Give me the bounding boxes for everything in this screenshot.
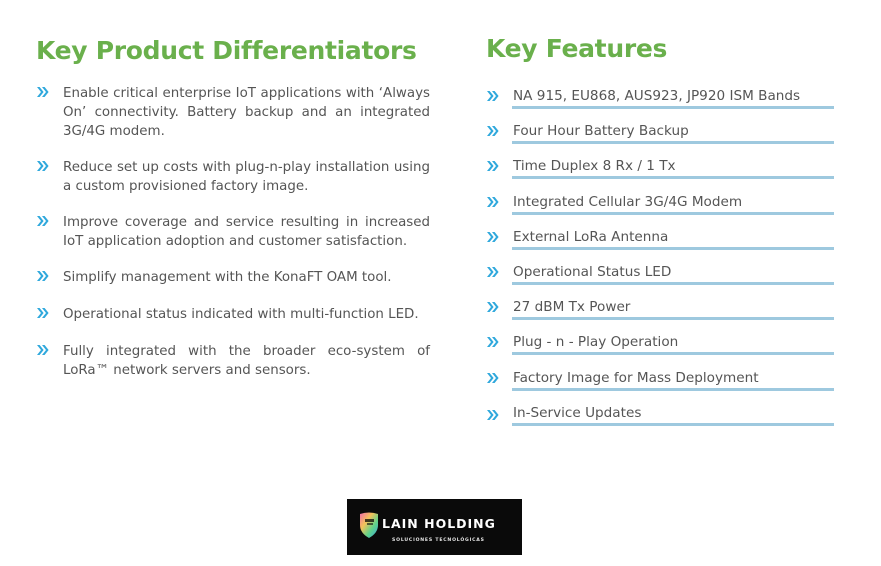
logo-tagline: SOLUCIONES TECNOLÓGICAS — [392, 538, 485, 543]
feature-divider — [512, 422, 834, 426]
feature-text: External LoRa Antenna — [513, 228, 669, 245]
feature-item: Plug - n - Play Operation — [486, 332, 834, 367]
double-chevron-right-icon — [486, 124, 500, 138]
differentiators-list: Enable critical enterprise IoT applicati… — [36, 84, 430, 380]
differentiator-item: Simplify management with the KonaFT OAM … — [36, 268, 430, 287]
feature-divider — [512, 387, 834, 391]
feature-text: NA 915, EU868, AUS923, JP920 ISM Bands — [513, 88, 801, 104]
double-chevron-right-icon — [486, 300, 500, 314]
feature-text: Operational Status LED — [513, 263, 672, 280]
feature-text: Time Duplex 8 Rx / 1 Tx — [513, 158, 676, 175]
feature-item: Four Hour Battery Backup — [486, 121, 834, 156]
differentiator-text: Reduce set up costs with plug-n-play ins… — [63, 160, 430, 194]
feature-divider — [512, 176, 834, 180]
double-chevron-right-icon — [36, 214, 50, 228]
feature-item: 27 dBM Tx Power — [486, 297, 834, 332]
feature-divider — [512, 246, 834, 250]
double-chevron-right-icon — [36, 306, 50, 320]
feature-divider — [512, 317, 834, 321]
double-chevron-right-icon — [36, 159, 50, 173]
double-chevron-right-icon — [486, 335, 500, 349]
double-chevron-right-icon — [486, 159, 500, 173]
double-chevron-right-icon — [486, 89, 500, 103]
feature-item: Operational Status LED — [486, 262, 834, 297]
feature-text: Four Hour Battery Backup — [513, 123, 689, 140]
feature-item: Factory Image for Mass Deployment — [486, 368, 834, 403]
differentiator-text: Enable critical enterprise IoT applicati… — [63, 86, 430, 139]
lain-holding-logo: LAIN HOLDING SOLUCIONES TECNOLÓGICAS — [347, 499, 522, 555]
double-chevron-right-icon — [486, 230, 500, 244]
feature-divider — [512, 352, 834, 356]
feature-item: NA 915, EU868, AUS923, JP920 ISM Bands — [486, 86, 834, 121]
double-chevron-right-icon — [36, 269, 50, 283]
feature-text: In-Service Updates — [513, 404, 642, 421]
features-list: NA 915, EU868, AUS923, JP920 ISM Bands F… — [486, 86, 834, 438]
feature-divider — [512, 281, 834, 285]
feature-item: Time Duplex 8 Rx / 1 Tx — [486, 156, 834, 191]
feature-text: 27 dBM Tx Power — [513, 299, 631, 316]
differentiator-item: Operational status indicated with multi-… — [36, 305, 430, 324]
feature-divider — [512, 106, 834, 109]
feature-item: External LoRa Antenna — [486, 227, 834, 262]
feature-item: In-Service Updates — [486, 403, 834, 438]
shield-icon — [358, 511, 380, 539]
feature-item: Integrated Cellular 3G/4G Modem — [486, 192, 834, 227]
feature-text: Factory Image for Mass Deployment — [513, 369, 759, 386]
double-chevron-right-icon — [36, 85, 50, 99]
differentiator-text: Improve coverage and service resulting i… — [63, 215, 430, 249]
differentiator-text: Operational status indicated with multi-… — [63, 307, 419, 322]
double-chevron-right-icon — [486, 371, 500, 385]
double-chevron-right-icon — [486, 265, 500, 279]
logo-brand-name: LAIN HOLDING — [382, 516, 496, 531]
features-heading: Key Features — [486, 34, 668, 63]
feature-divider — [512, 211, 834, 215]
double-chevron-right-icon — [486, 408, 500, 422]
feature-text: Integrated Cellular 3G/4G Modem — [513, 193, 743, 210]
differentiator-item: Improve coverage and service resulting i… — [36, 213, 430, 251]
differentiator-item: Fully integrated with the broader eco-sy… — [36, 342, 430, 380]
differentiator-item: Enable critical enterprise IoT applicati… — [36, 84, 430, 141]
feature-text: Plug - n - Play Operation — [513, 334, 679, 351]
double-chevron-right-icon — [486, 195, 500, 209]
feature-divider — [512, 141, 834, 145]
differentiators-heading: Key Product Differentiators — [36, 36, 417, 65]
differentiator-text: Fully integrated with the broader eco-sy… — [63, 344, 430, 378]
differentiator-item: Reduce set up costs with plug-n-play ins… — [36, 158, 430, 196]
double-chevron-right-icon — [36, 343, 50, 357]
differentiator-text: Simplify management with the KonaFT OAM … — [63, 270, 392, 285]
